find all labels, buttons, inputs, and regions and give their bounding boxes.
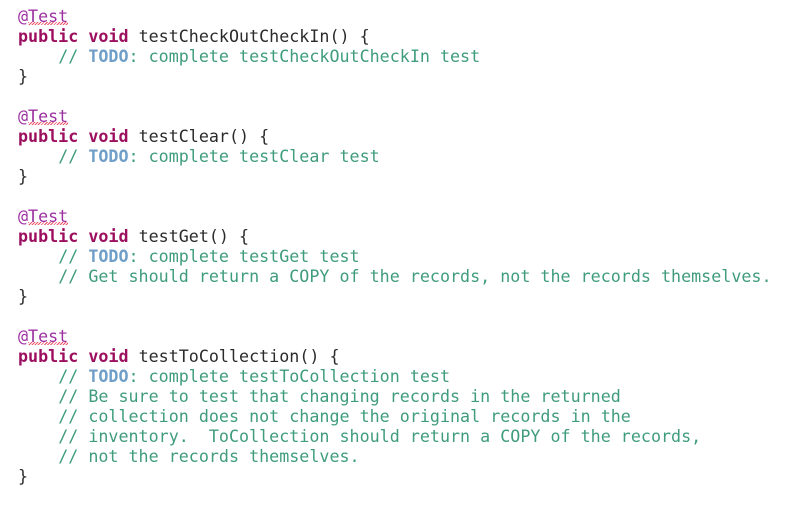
method-name: testClear [138,126,229,146]
annotation-name: Test [28,206,69,226]
method-name: testToCollection [138,346,300,366]
annotation-name: Test [28,326,69,346]
annotation-at-symbol: @ [18,206,29,226]
code-line[interactable]: public void testGet() { [0,226,796,246]
code-line[interactable] [0,306,796,326]
comment-slashes: // [58,146,89,166]
comment-text: // inventory. ToCollection should return… [58,426,702,446]
annotation-at-symbol: @ [18,106,29,126]
method-signature-tail: () { [228,126,270,146]
comment-slashes: // [58,246,89,266]
todo-keyword: TODO [88,366,129,386]
comment-text: // not the records themselves. [58,446,360,466]
method-modifiers-keywords: public void [18,126,139,146]
code-line[interactable]: // TODO: complete testGet test [0,246,796,266]
code-line[interactable]: // inventory. ToCollection should return… [0,426,796,446]
code-line[interactable]: } [0,66,796,86]
comment-text: // Get should return a COPY of the recor… [58,266,772,286]
code-line[interactable]: @Test [0,206,796,226]
annotation-at-symbol: @ [18,326,29,346]
code-line[interactable] [0,186,796,206]
comment-text: // collection does not change the origin… [58,406,631,426]
code-line[interactable]: } [0,286,796,306]
method-name: testCheckOutCheckIn [138,26,330,46]
closing-brace: } [18,166,29,186]
method-name: testGet [138,226,209,246]
closing-brace: } [18,66,29,86]
code-line[interactable]: // Be sure to test that changing records… [0,386,796,406]
comment-text: : complete testGet test [128,246,360,266]
inspection-squiggle-underline: Test [28,326,69,346]
code-line[interactable]: public void testClear() { [0,126,796,146]
comment-slashes: // [58,366,89,386]
inspection-squiggle-underline: Test [28,206,69,226]
code-line[interactable]: // TODO: complete testToCollection test [0,366,796,386]
code-editor-pane[interactable]: @Test public void testCheckOutCheckIn() {… [0,0,796,510]
method-modifiers-keywords: public void [18,26,139,46]
annotation-name: Test [28,6,69,26]
comment-text: : complete testClear test [128,146,380,166]
method-modifiers-keywords: public void [18,226,139,246]
todo-keyword: TODO [88,146,129,166]
code-line[interactable]: public void testCheckOutCheckIn() { [0,26,796,46]
inspection-squiggle-underline: Test [28,106,69,126]
inspection-squiggle-underline: Test [28,6,69,26]
comment-slashes: // [58,46,89,66]
code-line[interactable]: } [0,466,796,486]
code-line[interactable]: // TODO: complete testCheckOutCheckIn te… [0,46,796,66]
code-line[interactable]: @Test [0,326,796,346]
comment-text: : complete testToCollection test [128,366,451,386]
code-line[interactable]: public void testToCollection() { [0,346,796,366]
method-signature-tail: () { [299,346,340,366]
code-line[interactable]: @Test [0,6,796,26]
todo-keyword: TODO [88,46,129,66]
code-line[interactable]: // collection does not change the origin… [0,406,796,426]
todo-keyword: TODO [88,246,129,266]
code-line[interactable]: } [0,166,796,186]
method-modifiers-keywords: public void [18,346,139,366]
annotation-at-symbol: @ [18,6,29,26]
method-signature-tail: () { [329,26,370,46]
code-line[interactable]: // TODO: complete testClear test [0,146,796,166]
code-line[interactable]: // Get should return a COPY of the recor… [0,266,796,286]
code-line[interactable]: @Test [0,106,796,126]
code-line[interactable] [0,86,796,106]
closing-brace: } [18,286,29,306]
code-line[interactable]: // not the records themselves. [0,446,796,466]
closing-brace: } [18,466,29,486]
code-text-area[interactable]: @Test public void testCheckOutCheckIn() {… [0,6,796,486]
annotation-name: Test [28,106,69,126]
comment-text: // Be sure to test that changing records… [58,386,621,406]
method-signature-tail: () { [208,226,250,246]
comment-text: : complete testCheckOutCheckIn test [128,46,481,66]
